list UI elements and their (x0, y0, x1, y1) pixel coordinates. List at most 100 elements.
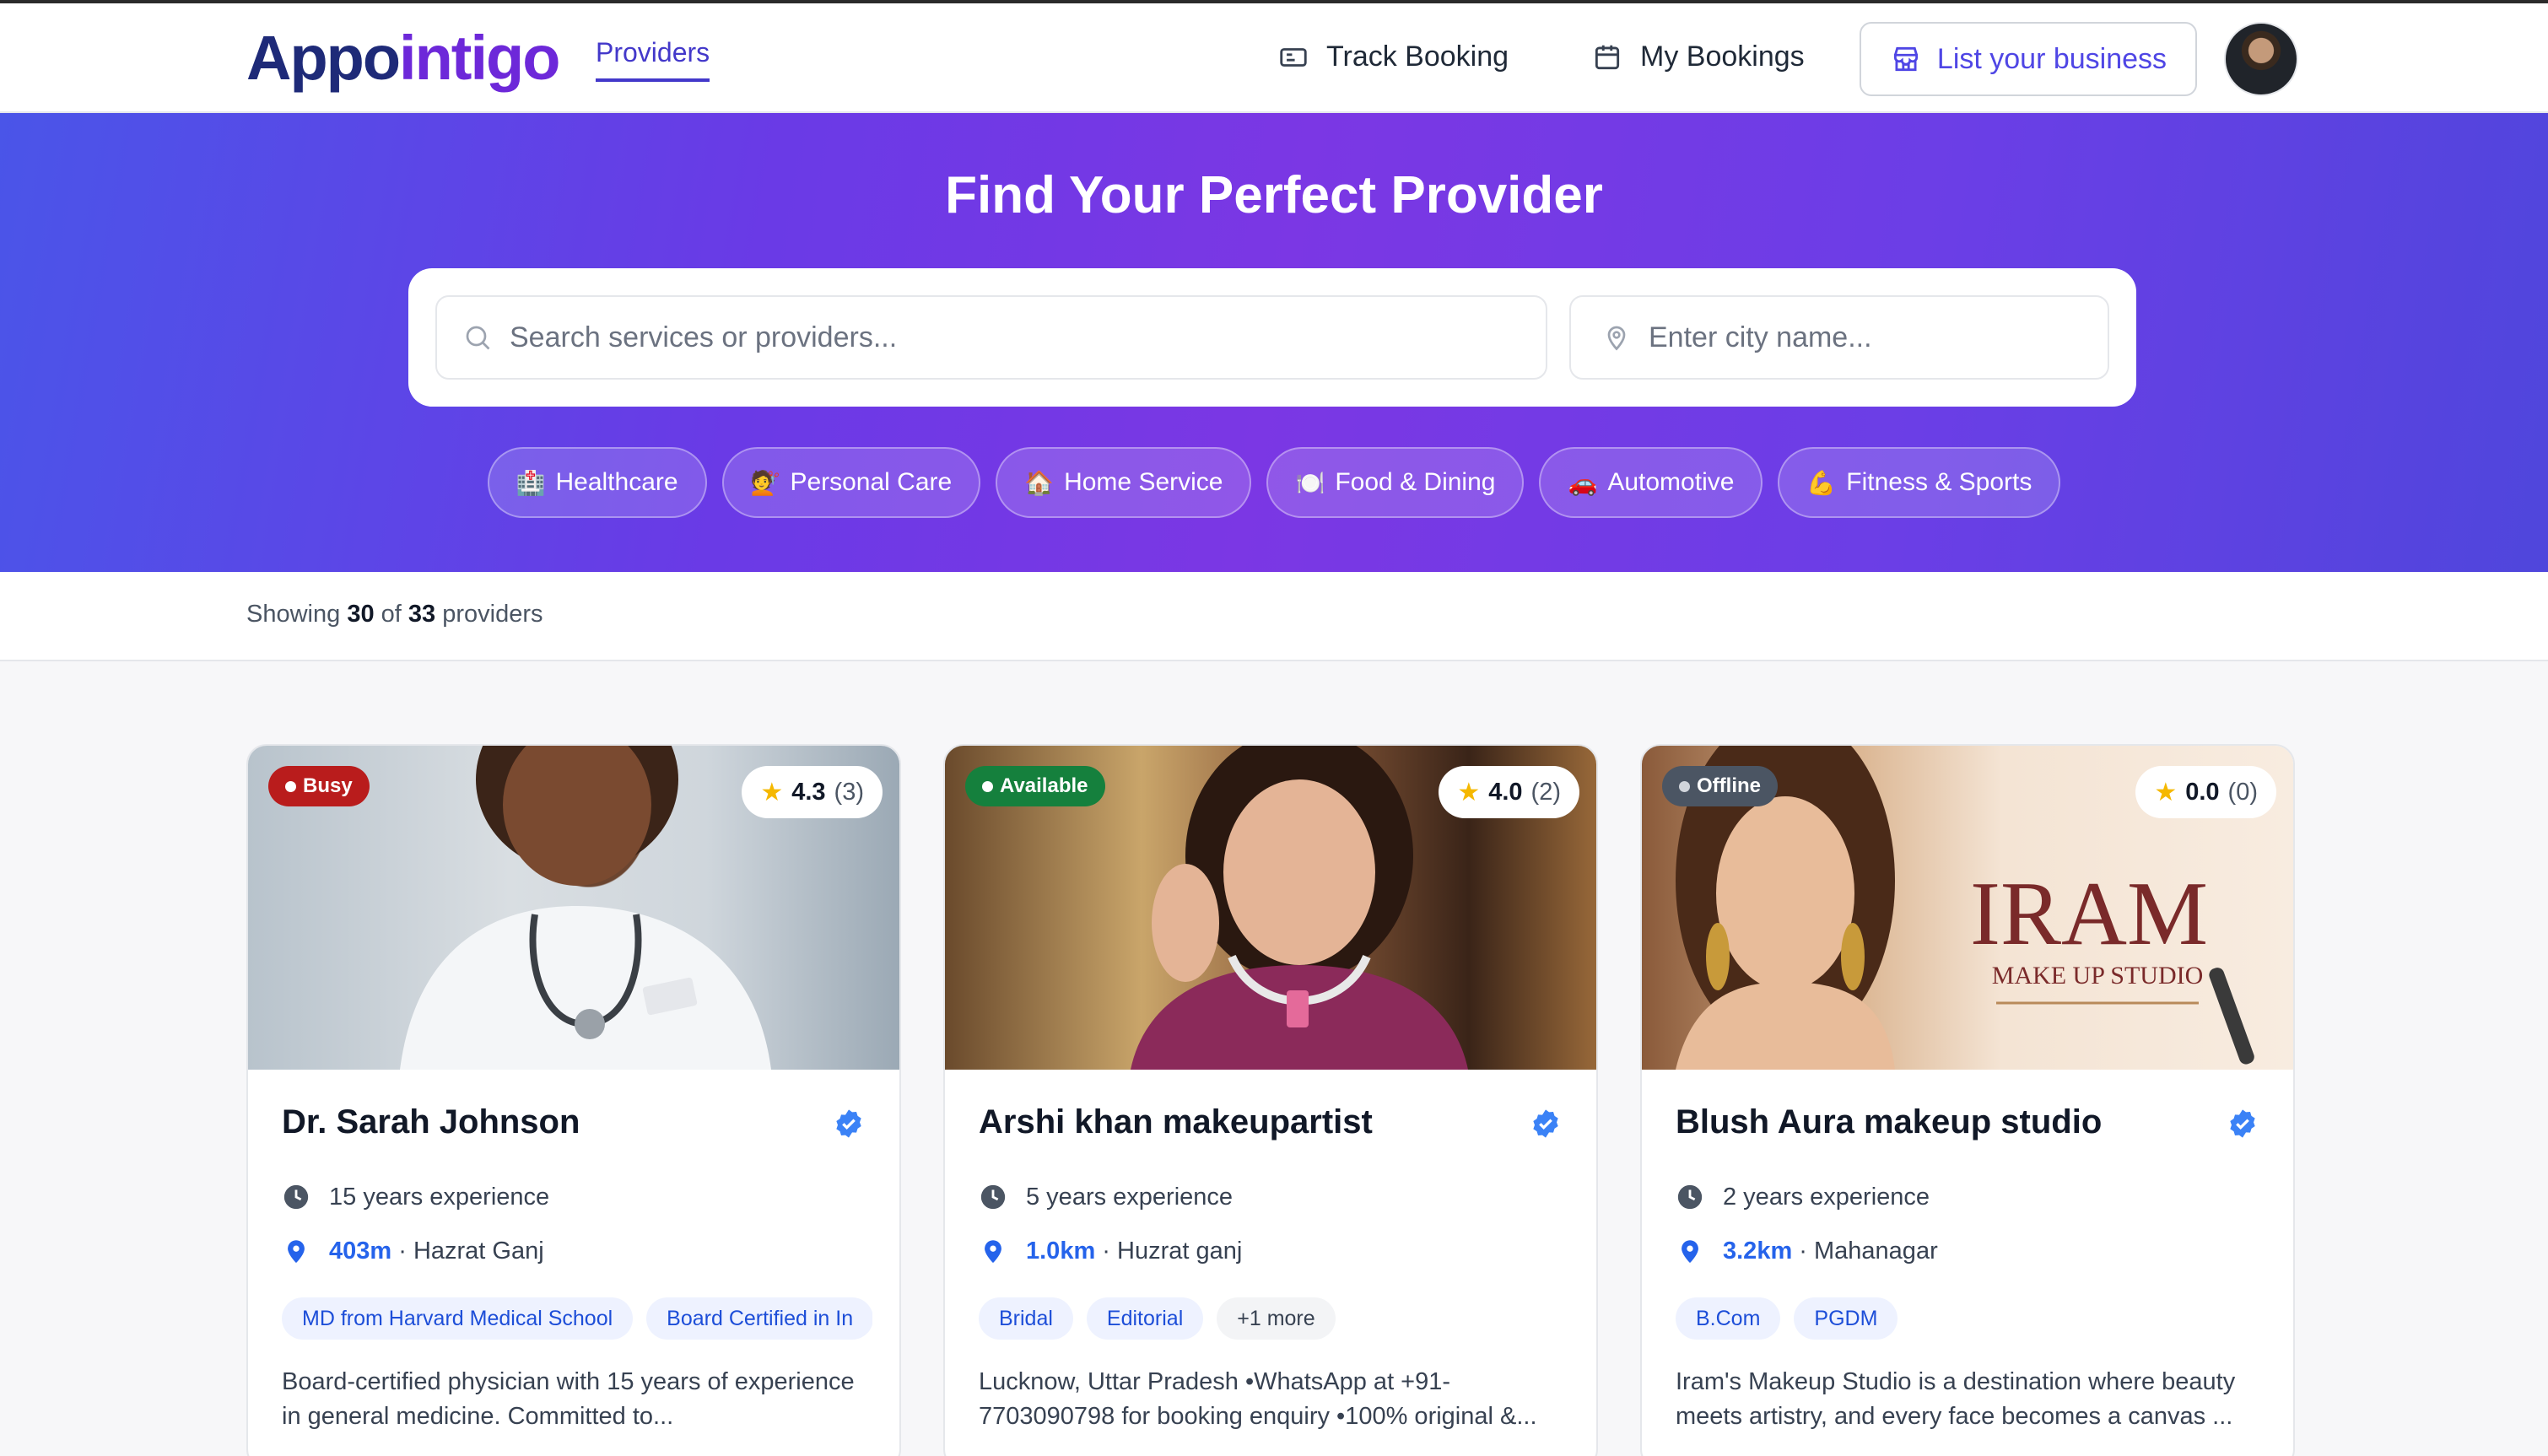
provider-card[interactable]: Available ★ 4.0 (2) Arshi khan makeupartis… (943, 744, 1598, 1456)
area: · Hazrat Ganj (398, 1237, 544, 1265)
category-personal-care[interactable]: 💇 Personal Care (721, 447, 981, 518)
rating-badge: ★ 0.0 (0) (2135, 766, 2276, 818)
distance: 1.0km (1026, 1237, 1096, 1265)
distance: 403m (329, 1237, 392, 1265)
provider-name[interactable]: Arshi khan makeupartist (979, 1103, 1373, 1141)
location-row: 3.2km · Mahanagar (1676, 1237, 1938, 1265)
review-count: (2) (1530, 778, 1561, 806)
search-input[interactable] (510, 321, 1431, 354)
car-icon: 🚗 (1568, 469, 1598, 496)
verified-icon (836, 1109, 861, 1138)
experience-row: 5 years experience (979, 1183, 1233, 1211)
status-label: Busy (303, 774, 353, 797)
logo[interactable]: Appointigo (246, 22, 560, 94)
provider-description: Board-certified physician with 15 years … (282, 1368, 855, 1430)
results-count: Showing 30 of 33 providers (246, 601, 543, 628)
nav-providers-link[interactable]: Providers (596, 37, 710, 82)
results-of: of (381, 601, 402, 628)
area: · Mahanagar (1799, 1237, 1938, 1265)
search-card (408, 268, 2136, 407)
provider-photo: Available ★ 4.0 (2) (945, 746, 1596, 1070)
provider-card[interactable]: Busy ★ 4.3 (3) Dr. Sarah Johnson 15 years … (246, 744, 901, 1456)
category-healthcare[interactable]: 🏥 Healthcare (487, 447, 707, 518)
results-strip: Showing 30 of 33 providers (0, 572, 2548, 661)
star-icon: ★ (760, 778, 784, 806)
location-row: 1.0km · Huzrat ganj (979, 1237, 1242, 1265)
status-badge: Busy (268, 766, 370, 806)
track-booking-link[interactable]: Track Booking (1277, 40, 1509, 73)
hospital-icon: 🏥 (516, 469, 546, 496)
clock-icon (980, 1184, 1006, 1210)
tag-list: MD from Harvard Medical School Board Cer… (282, 1297, 872, 1340)
provider-card[interactable]: IRAM MAKE UP STUDIO Offline ★ 0.0 (0) Blus… (1640, 744, 2295, 1456)
provider-name[interactable]: Dr. Sarah Johnson (282, 1103, 580, 1141)
category-label: Automotive (1607, 468, 1735, 496)
provider-photo: Busy ★ 4.3 (3) (248, 746, 899, 1070)
category-chips: 🏥 Healthcare 💇 Personal Care 🏠 Home Service… (0, 447, 2548, 518)
results-prefix: Showing (246, 601, 341, 628)
tag: PGDM (1794, 1297, 1898, 1340)
tag: Bridal (979, 1297, 1073, 1340)
ticket-icon (1280, 47, 1307, 67)
experience-row: 15 years experience (282, 1183, 549, 1211)
tag: MD from Harvard Medical School (282, 1297, 634, 1340)
search-field-wrapper (435, 295, 1547, 380)
my-bookings-link[interactable]: My Bookings (1591, 40, 1805, 73)
status-label: Offline (1697, 774, 1761, 797)
provider-name[interactable]: Blush Aura makeup studio (1676, 1103, 2102, 1141)
category-label: Fitness & Sports (1846, 468, 2032, 496)
category-label: Personal Care (790, 468, 953, 496)
provider-description: Lucknow, Uttar Pradesh •WhatsApp at +91-… (979, 1368, 1537, 1430)
verified-icon (1533, 1109, 1558, 1138)
category-label: Food & Dining (1335, 468, 1496, 496)
list-business-label: List your business (1936, 42, 2167, 75)
results-suffix: providers (442, 601, 543, 628)
map-pin-icon (985, 1240, 1001, 1264)
haircut-icon: 💇 (750, 469, 780, 496)
more-tags-badge[interactable]: +1 more (1217, 1297, 1336, 1340)
search-icon (466, 326, 490, 350)
rating-badge: ★ 4.0 (2) (1439, 766, 1579, 818)
category-fitness-sports[interactable]: 💪 Fitness & Sports (1778, 447, 2061, 518)
status-label: Available (1000, 774, 1088, 797)
logo-text-part2: intigo (399, 23, 560, 93)
star-icon: ★ (1457, 778, 1481, 806)
map-pin-icon (1682, 1240, 1698, 1264)
store-icon (1893, 46, 1919, 72)
muscle-icon: 💪 (1806, 469, 1837, 496)
provider-description: Iram's Makeup Studio is a destination wh… (1676, 1368, 2236, 1430)
area: · Huzrat ganj (1102, 1237, 1243, 1265)
tag: Editorial (1086, 1297, 1204, 1340)
status-badge: Available (965, 766, 1105, 806)
experience-text: 15 years experience (329, 1183, 550, 1211)
list-business-button[interactable]: List your business (1860, 22, 2197, 96)
tag-list: B.Com PGDM (1676, 1297, 2266, 1340)
category-automotive[interactable]: 🚗 Automotive (1539, 447, 1763, 518)
city-input[interactable] (1649, 321, 2079, 354)
my-bookings-label: My Bookings (1640, 40, 1805, 73)
category-label: Home Service (1064, 468, 1223, 496)
category-food-dining[interactable]: 🍽️ Food & Dining (1266, 447, 1525, 518)
rating-value: 0.0 (2185, 778, 2220, 806)
rating-value: 4.0 (1488, 778, 1523, 806)
user-avatar[interactable] (2224, 22, 2298, 96)
experience-text: 2 years experience (1723, 1183, 1930, 1211)
logo-text-part1: Appo (246, 23, 401, 93)
verified-icon (2230, 1109, 2255, 1138)
clock-icon (1677, 1184, 1703, 1210)
hero-title: Find Your Perfect Provider (945, 166, 1603, 224)
calendar-icon (1595, 45, 1620, 69)
results-total: 33 (408, 601, 436, 628)
rating-badge: ★ 4.3 (3) (742, 766, 883, 818)
brand-subtitle: MAKE UP STUDIO (1992, 962, 2204, 990)
location-pin-icon (1607, 326, 1626, 351)
clock-icon (283, 1184, 309, 1210)
provider-photo: IRAM MAKE UP STUDIO Offline ★ 0.0 (0) (1642, 746, 2293, 1070)
category-home-service[interactable]: 🏠 Home Service (996, 447, 1252, 518)
site-header: Appointigo Providers Track Booking My Bo… (0, 3, 2548, 113)
distance: 3.2km (1723, 1237, 1793, 1265)
track-booking-label: Track Booking (1326, 40, 1509, 73)
star-icon: ★ (2154, 778, 2178, 806)
experience-row: 2 years experience (1676, 1183, 1930, 1211)
review-count: (0) (2227, 778, 2258, 806)
